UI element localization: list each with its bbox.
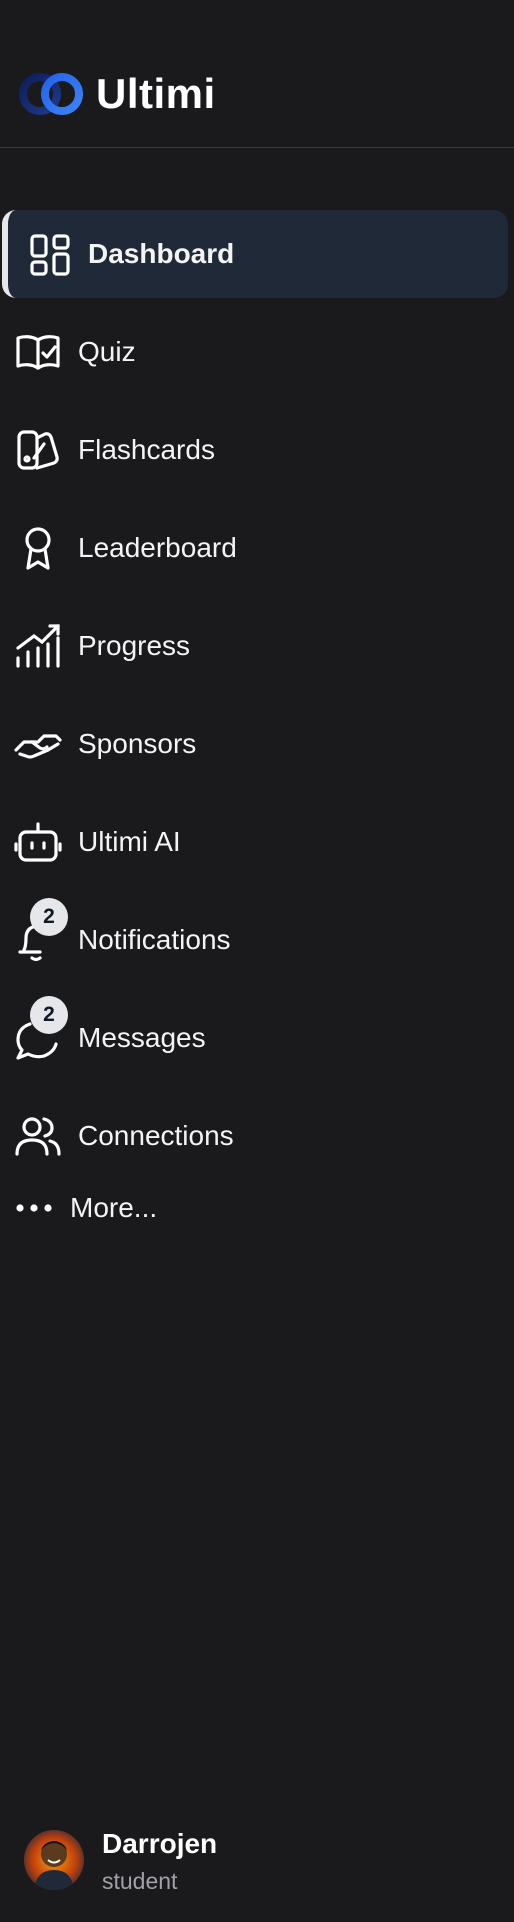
nav-item-ultimi-ai[interactable]: Ultimi AI xyxy=(0,798,508,886)
avatar-icon xyxy=(24,1830,84,1890)
nav-label-leaderboard: Leaderboard xyxy=(78,532,237,563)
nav-item-notifications[interactable]: 2 Notifications xyxy=(0,896,508,984)
nav-item-connections[interactable]: Connections xyxy=(0,1092,508,1180)
nav-label-quiz: Quiz xyxy=(78,336,136,367)
nav-label-sponsors: Sponsors xyxy=(78,728,197,759)
book-check-icon xyxy=(14,328,62,376)
users-icon xyxy=(14,1112,62,1160)
robot-icon xyxy=(14,818,62,866)
more-button[interactable]: More... xyxy=(0,1176,300,1240)
ellipsis-icon xyxy=(14,1198,54,1218)
nav-label-connections: Connections xyxy=(78,1120,234,1151)
chart-trend-icon xyxy=(14,622,62,670)
nav-item-progress[interactable]: Progress xyxy=(0,602,508,690)
nav-label-progress: Progress xyxy=(78,630,191,661)
handshake-icon xyxy=(14,720,62,768)
more-label: More... xyxy=(70,1192,158,1223)
infinity-rings-icon xyxy=(19,73,83,115)
dashboard-grid-icon xyxy=(26,230,74,278)
nav-item-quiz[interactable]: Quiz xyxy=(0,308,508,396)
user-role: student xyxy=(102,1868,178,1894)
nav-label-ultimi-ai: Ultimi AI xyxy=(78,826,181,857)
nav-item-flashcards[interactable]: Flashcards xyxy=(0,406,508,494)
sidebar-header: Ultimi xyxy=(0,0,514,148)
nav-item-messages[interactable]: 2 Messages xyxy=(0,994,508,1082)
messages-badge: 2 xyxy=(30,996,68,1034)
nav-item-sponsors[interactable]: Sponsors xyxy=(0,700,508,788)
nav-item-leaderboard[interactable]: Leaderboard xyxy=(0,504,508,592)
ribbon-award-icon xyxy=(14,524,62,572)
nav-label-messages: Messages xyxy=(78,1022,206,1053)
brand-logo[interactable]: Ultimi xyxy=(18,70,216,118)
nav-label-notifications: Notifications xyxy=(78,924,231,955)
notifications-badge: 2 xyxy=(30,898,68,936)
cards-icon xyxy=(14,426,62,474)
nav-label-flashcards: Flashcards xyxy=(78,434,215,465)
nav-item-dashboard[interactable]: Dashboard xyxy=(2,210,508,298)
user-profile[interactable]: Darrojen student xyxy=(0,1810,514,1910)
nav-label-dashboard: Dashboard xyxy=(88,238,235,269)
brand-name: Ultimi xyxy=(96,70,216,117)
user-name: Darrojen xyxy=(102,1828,218,1859)
